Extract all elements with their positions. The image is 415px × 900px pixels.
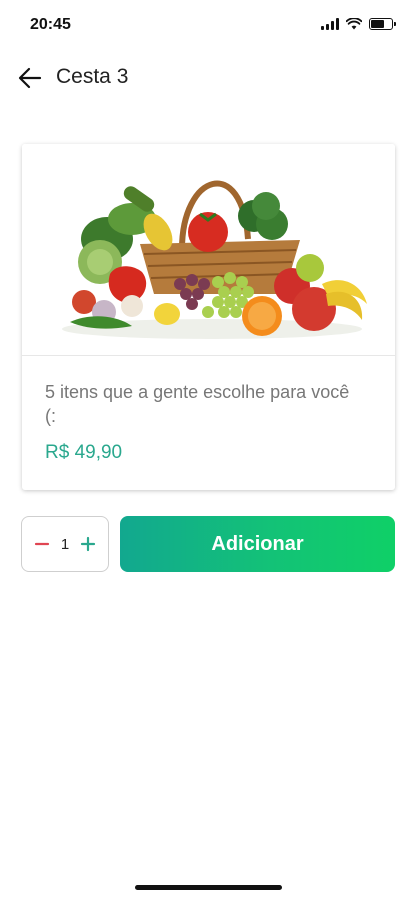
cellular-signal-icon <box>321 18 339 30</box>
status-time: 20:45 <box>30 16 71 33</box>
back-button[interactable] <box>14 62 46 94</box>
product-price: R$ 49,90 <box>45 442 123 463</box>
product-description: 5 itens que a gente escolhe para você (: <box>45 382 350 426</box>
plus-icon <box>80 536 96 552</box>
arrow-left-icon <box>18 67 42 89</box>
add-button[interactable]: Adicionar <box>120 516 395 572</box>
increment-button[interactable] <box>78 534 98 554</box>
battery-icon <box>369 18 396 30</box>
quantity-value: 1 <box>60 535 70 553</box>
status-icons <box>321 18 396 30</box>
home-indicator[interactable] <box>135 885 282 890</box>
product-image <box>22 144 395 356</box>
decrement-button[interactable] <box>32 534 52 554</box>
quantity-stepper: 1 <box>21 516 109 572</box>
page-title: Cesta 3 <box>56 65 129 88</box>
minus-icon <box>34 542 50 546</box>
product-card: 5 itens que a gente escolhe para você (:… <box>22 144 395 490</box>
status-bar: 20:45 <box>0 0 415 52</box>
fruit-basket-image <box>62 180 367 339</box>
wifi-icon <box>346 18 362 30</box>
top-app-bar: Cesta 3 <box>0 52 415 104</box>
